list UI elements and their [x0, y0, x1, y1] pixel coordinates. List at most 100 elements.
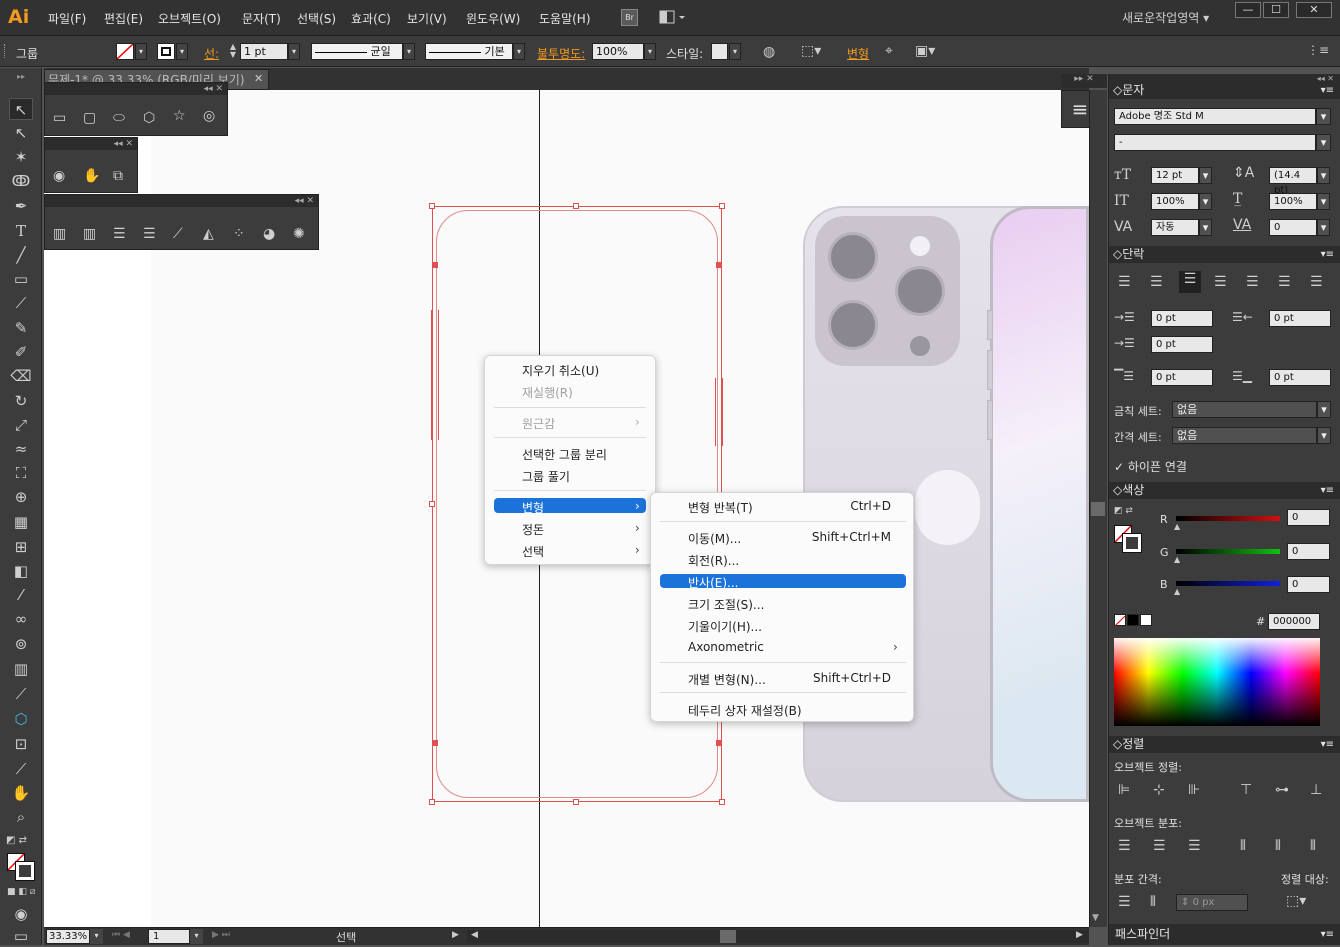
menu-window[interactable]: 윈도우(W): [466, 10, 520, 27]
lasso-tool-icon[interactable]: ↂ: [9, 170, 33, 192]
kinsoku-select[interactable]: 없음: [1172, 401, 1317, 418]
stroke-weight-dropdown[interactable]: ▾: [288, 43, 300, 60]
align-horizontal-center-icon[interactable]: ⊹: [1153, 782, 1165, 798]
tracking-dropdown[interactable]: ▾: [1317, 219, 1330, 236]
rounded-rectangle-tool-icon[interactable]: ▢: [83, 110, 96, 126]
panel-header[interactable]: ◂◂ ✕: [45, 83, 227, 95]
horizontal-scale-dropdown[interactable]: ▾: [1317, 193, 1330, 210]
scroll-left-icon[interactable]: ◀: [471, 930, 478, 940]
artboard-nav-first-icon[interactable]: ⏮ ◀: [112, 930, 130, 940]
stroke-color-swatch[interactable]: [15, 861, 35, 881]
mojikumi-select[interactable]: 없음: [1172, 427, 1317, 444]
eyedropper-tool-icon[interactable]: ⁄: [9, 584, 33, 606]
align-right-edge-icon[interactable]: ⊪: [1188, 782, 1200, 798]
pie-graph-icon[interactable]: ◕: [263, 226, 275, 242]
menu-item-transform-again[interactable]: 변형 반복(T): [688, 499, 753, 516]
bridge-button[interactable]: Br: [621, 9, 638, 26]
vertical-scale-input[interactable]: 100%: [1151, 193, 1199, 210]
3d-tool-icon[interactable]: ⬡: [9, 708, 33, 730]
justify-all-icon[interactable]: ☰: [1310, 274, 1323, 290]
font-style-input[interactable]: -: [1114, 134, 1316, 151]
distribute-hcenter-icon[interactable]: ⫴: [1275, 838, 1281, 854]
right-indent-input[interactable]: 0 pt: [1269, 310, 1331, 327]
align-right-icon[interactable]: ☰: [1179, 271, 1201, 293]
transform-link[interactable]: 변형: [847, 45, 869, 62]
stacked-column-graph-icon[interactable]: ▥: [83, 226, 96, 242]
panel-menu-icon[interactable]: ▾≡: [1321, 736, 1340, 753]
radar-graph-icon[interactable]: ✺: [293, 226, 305, 242]
star-tool-icon[interactable]: ☆: [173, 108, 186, 124]
resize-handle[interactable]: [573, 799, 579, 805]
panel-header[interactable]: ◂◂ ✕: [45, 138, 137, 150]
fill-swatch[interactable]: [116, 43, 134, 60]
justify-right-icon[interactable]: ☰: [1278, 274, 1291, 290]
stroke-dropdown[interactable]: ▾: [176, 43, 188, 60]
screen-mode-icon[interactable]: ▭: [9, 925, 33, 947]
justify-center-icon[interactable]: ☰: [1246, 274, 1259, 290]
column-graph-tool-icon[interactable]: ▥: [9, 658, 33, 680]
menu-item-undo-erase[interactable]: 지우기 취소(U): [522, 362, 599, 379]
direct-selection-tool-icon[interactable]: ↖: [9, 122, 33, 144]
blend-tool-icon[interactable]: ∞: [9, 608, 33, 630]
font-style-dropdown[interactable]: ▾: [1316, 134, 1331, 151]
recolor-icon[interactable]: ◍: [763, 44, 775, 60]
distribute-vspace-icon[interactable]: ☰: [1118, 894, 1131, 910]
style-dropdown[interactable]: ▾: [729, 43, 741, 60]
blob-brush-tool-icon[interactable]: ✐: [9, 341, 33, 363]
blue-value-input[interactable]: 0: [1287, 576, 1330, 593]
free-transform-tool-icon[interactable]: ⛶: [9, 462, 33, 484]
align-top-edge-icon[interactable]: ⊤: [1240, 782, 1252, 798]
distribute-top-icon[interactable]: ☰: [1118, 838, 1131, 854]
menu-effect[interactable]: 효과(C): [351, 10, 391, 27]
kerning-input[interactable]: 자동: [1151, 219, 1199, 236]
pathfinder-panel-header[interactable]: 패스파인더 ▾≡: [1109, 924, 1340, 945]
resize-handle[interactable]: [429, 203, 435, 209]
align-center-icon[interactable]: ☰: [1150, 274, 1163, 290]
menu-item-isolate-group[interactable]: 선택한 그룹 분리: [522, 446, 607, 463]
align-vertical-center-icon[interactable]: ⊶: [1275, 782, 1289, 798]
space-after-input[interactable]: 0 pt: [1269, 369, 1331, 386]
hyphenate-checkbox[interactable]: ✓ 하이픈 연결: [1114, 458, 1187, 475]
draw-mode-icon[interactable]: ◉: [9, 903, 33, 925]
panel-menu-icon[interactable]: ▾≡: [1321, 246, 1340, 263]
menu-item-select[interactable]: 선택: [522, 543, 544, 560]
profile-dropdown[interactable]: ▾: [403, 43, 415, 60]
menu-item-transform-highlight[interactable]: [494, 498, 646, 513]
eraser-tool-icon[interactable]: ⌫: [9, 365, 33, 387]
close-tab-icon[interactable]: ✕: [254, 72, 263, 85]
scale-tool-icon[interactable]: ⤢: [9, 414, 33, 436]
kinsoku-dropdown[interactable]: ▾: [1317, 401, 1331, 418]
menu-item-axonometric[interactable]: Axonometric: [688, 640, 764, 654]
align-left-icon[interactable]: ☰: [1118, 274, 1131, 290]
panel-menu-icon[interactable]: ▾≡: [1321, 482, 1340, 499]
menu-edit[interactable]: 편집(E): [104, 10, 143, 27]
opacity-input[interactable]: 100%: [592, 43, 644, 60]
scroll-down-icon[interactable]: ▼: [1092, 913, 1099, 923]
menu-item-scale[interactable]: 크기 조절(S)...: [688, 596, 764, 613]
first-line-indent-input[interactable]: 0 pt: [1151, 336, 1213, 353]
distribute-vcenter-icon[interactable]: ☰: [1153, 838, 1166, 854]
menu-view[interactable]: 보기(V): [407, 10, 447, 27]
workspace-switcher[interactable]: 새로운작업영역 ▾: [1122, 9, 1209, 26]
black-swatch[interactable]: [1127, 614, 1139, 626]
spacing-input[interactable]: ⇕ 0 px: [1176, 894, 1248, 911]
dock-header[interactable]: ▸▸ ✕: [1061, 74, 1107, 88]
status-menu-arrow[interactable]: ▶: [452, 930, 459, 940]
line-graph-icon[interactable]: ⟋: [173, 226, 183, 242]
distribute-hspace-icon[interactable]: ⫴: [1150, 894, 1156, 910]
blue-slider-thumb[interactable]: ▲: [1174, 587, 1180, 596]
perspective-grid-tool-icon[interactable]: ▦: [9, 511, 33, 533]
space-before-input[interactable]: 0 pt: [1151, 369, 1213, 386]
artboard-tool-icon[interactable]: ⊡: [9, 733, 33, 755]
color-panel-header[interactable]: ◇색상 ▾≡: [1109, 482, 1340, 499]
font-size-input[interactable]: 12 pt: [1151, 167, 1199, 184]
warp-tool-icon[interactable]: ≈: [9, 438, 33, 460]
symbol-stainer-icon[interactable]: ✋: [83, 168, 100, 184]
isolate-group-icon[interactable]: ⌖: [885, 43, 893, 59]
menu-item-shear[interactable]: 기울이기(H)...: [688, 618, 762, 635]
stroke-label[interactable]: 선:: [204, 45, 219, 62]
brush-definition[interactable]: 기본: [425, 43, 513, 60]
menu-item-rotate[interactable]: 회전(R)...: [688, 552, 739, 569]
leading-dropdown[interactable]: ▾: [1317, 167, 1330, 184]
scatter-graph-icon[interactable]: ⁘: [233, 226, 245, 242]
